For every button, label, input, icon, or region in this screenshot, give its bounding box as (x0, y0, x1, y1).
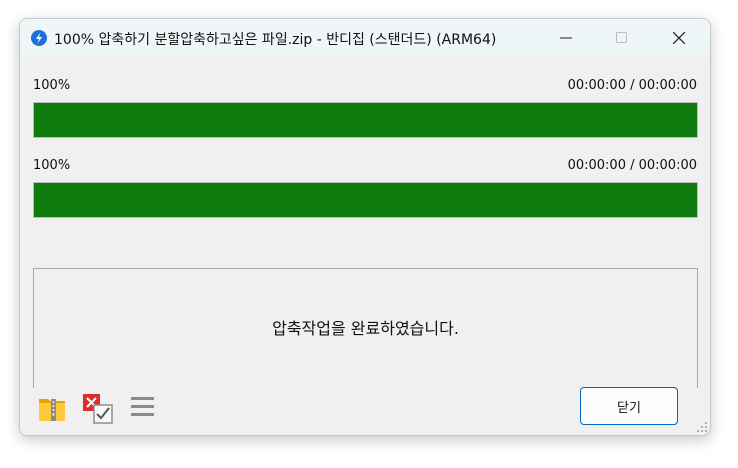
minimize-icon (560, 37, 572, 39)
close-icon (673, 32, 685, 44)
open-folder-button[interactable] (36, 393, 68, 425)
progress-percent-2: 100% (33, 158, 71, 173)
delete-after-icon (83, 394, 113, 424)
window-title: 100% 압축하기 분할압축하고싶은 파일.zip - 반디집 (스탠더드) (… (54, 32, 497, 48)
maximize-icon (616, 32, 627, 43)
compress-progress-window: 100% 압축하기 분할압축하고싶은 파일.zip - 반디집 (스탠더드) (… (19, 18, 711, 436)
maximize-button[interactable] (599, 19, 645, 57)
minimize-button[interactable] (543, 19, 589, 57)
progress-bar-2 (33, 182, 698, 218)
progress-bar-2-fill (34, 183, 697, 217)
bandizip-app-icon (31, 30, 47, 46)
progress-time-1: 00:00:00 / 00:00:00 (567, 78, 697, 93)
menu-button[interactable] (128, 393, 160, 425)
status-message-panel: 압축작업을 완료하였습니다. (33, 268, 698, 388)
close-window-button[interactable] (656, 19, 702, 57)
resize-grip-icon[interactable] (696, 421, 708, 433)
title-bar[interactable]: 100% 압축하기 분할압축하고싶은 파일.zip - 반디집 (스탠더드) (… (20, 19, 710, 57)
hamburger-menu-icon (131, 397, 154, 416)
progress-bar-1 (33, 102, 698, 138)
progress-time-2: 00:00:00 / 00:00:00 (567, 158, 697, 173)
status-message: 압축작업을 완료하였습니다. (272, 319, 459, 338)
progress-percent-1: 100% (33, 78, 71, 93)
progress-bar-1-fill (34, 103, 697, 137)
close-button[interactable]: 닫기 (580, 387, 678, 425)
delete-after-compress-toggle[interactable] (82, 393, 114, 425)
open-folder-icon (39, 399, 65, 421)
